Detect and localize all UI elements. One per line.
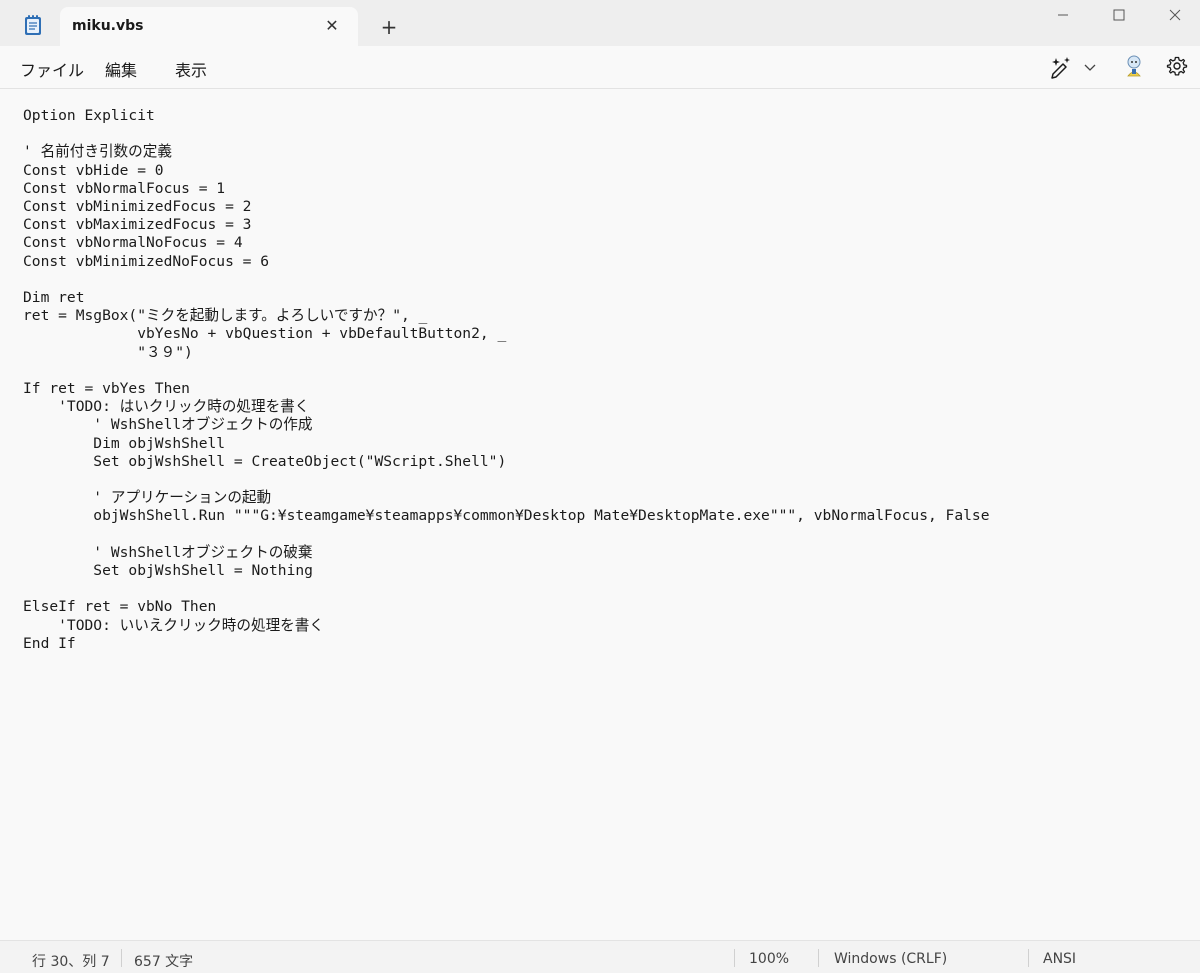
tab-miku-vbs[interactable]: miku.vbs ✕	[60, 7, 358, 46]
menu-file[interactable]: ファイル	[20, 57, 84, 81]
tab-title: miku.vbs	[72, 18, 144, 34]
notepad-icon	[24, 14, 42, 36]
menu-bar: ファイル 編集 表示	[0, 46, 1200, 89]
maximize-button[interactable]	[1096, 2, 1142, 28]
close-window-button[interactable]	[1152, 2, 1198, 28]
copilot-button[interactable]	[1048, 55, 1102, 79]
line-ending[interactable]: Windows (CRLF)	[834, 951, 947, 967]
status-divider	[818, 949, 819, 967]
status-divider	[1028, 949, 1029, 967]
encoding[interactable]: ANSI	[1043, 951, 1076, 967]
status-divider	[121, 949, 122, 967]
menu-edit[interactable]: 編集	[105, 57, 137, 81]
minimize-button[interactable]	[1040, 2, 1086, 28]
char-count: 657 文字	[134, 954, 194, 970]
status-bar: 行 30、列 7 657 文字 100% Windows (CRLF) ANSI	[0, 940, 1200, 973]
text-editor[interactable]: Option Explicit ' 名前付き引数の定義 Const vbHide…	[0, 89, 1200, 939]
title-bar: miku.vbs ✕ +	[0, 0, 1200, 46]
status-divider	[734, 949, 735, 967]
user-avatar-icon[interactable]	[1123, 54, 1145, 78]
menu-view[interactable]: 表示	[175, 57, 207, 81]
close-tab-icon[interactable]: ✕	[322, 16, 342, 36]
gear-icon	[1166, 56, 1188, 76]
cursor-position: 行 30、列 7	[32, 954, 110, 970]
editor-content[interactable]: Option Explicit ' 名前付き引数の定義 Const vbHide…	[23, 107, 989, 653]
zoom-level[interactable]: 100%	[749, 951, 789, 967]
new-tab-button[interactable]: +	[378, 16, 400, 38]
sparkle-pen-icon	[1051, 57, 1096, 79]
settings-button[interactable]	[1166, 55, 1188, 77]
